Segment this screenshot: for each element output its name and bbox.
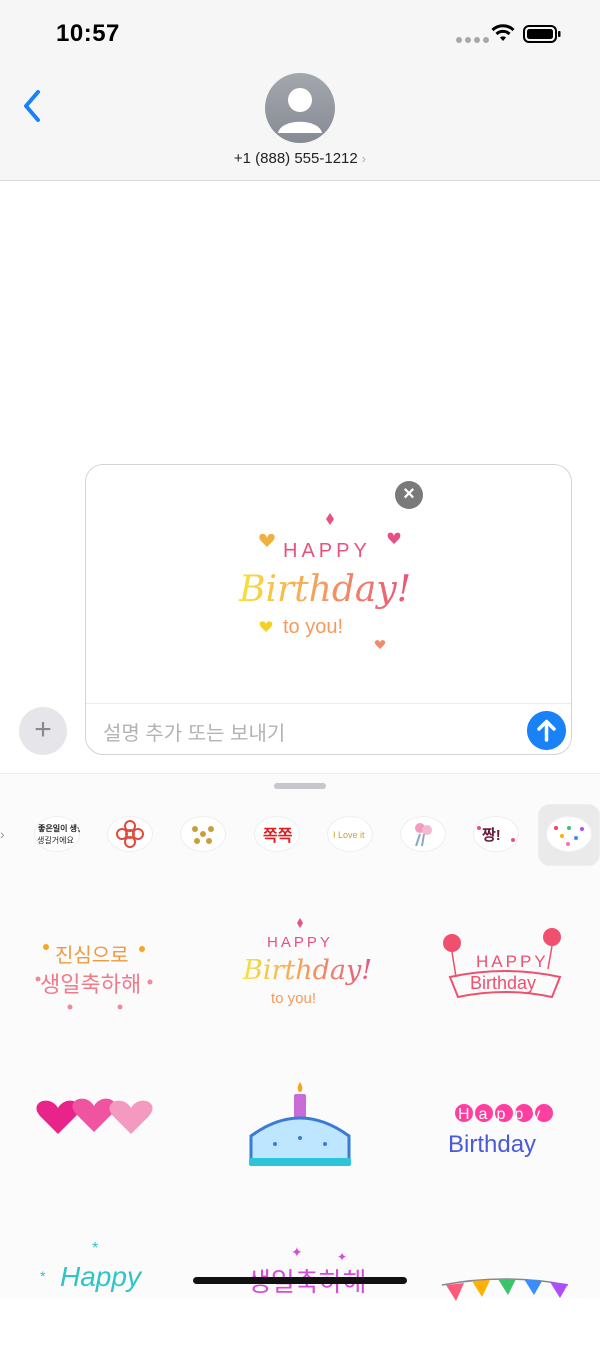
battery-icon xyxy=(523,25,561,43)
svg-text:Birthday!: Birthday! xyxy=(242,955,372,986)
svg-text:to you!: to you! xyxy=(271,990,316,1007)
chevron-right-icon: › xyxy=(361,151,367,166)
contact-name-button[interactable]: +1 (888) 555-1212 › xyxy=(0,150,600,167)
sticker-drawer: › 좋은일이 생길거예요생길거에요 쪽쪽 I Love it 짱! 진심으로 xyxy=(0,773,600,1301)
svg-text:✦: ✦ xyxy=(291,1244,303,1260)
cellular-signal-icon xyxy=(456,37,489,43)
svg-text:HAPPY: HAPPY xyxy=(267,934,333,951)
app-item-good-luck[interactable]: 좋은일이 생길거예요생길거에요 xyxy=(34,816,80,852)
svg-text:✦: ✦ xyxy=(337,1250,347,1264)
home-indicator xyxy=(193,1277,407,1284)
compose-divider xyxy=(86,703,571,704)
heart-icon xyxy=(326,513,334,525)
app-item-i-love-it[interactable]: I Love it xyxy=(327,816,373,852)
status-time: 10:57 xyxy=(56,20,120,47)
back-chevron-icon[interactable] xyxy=(18,86,50,126)
wifi-icon xyxy=(491,24,515,41)
app-item-jjang[interactable]: 짱! xyxy=(473,816,519,852)
svg-text:Birthday: Birthday xyxy=(470,973,536,993)
sticker-happy-birthday-to-you[interactable]: HAPPY Birthday! to you! xyxy=(215,907,385,1037)
sticker-app-strip[interactable]: › 좋은일이 생길거예요생길거에요 쪽쪽 I Love it 짱! xyxy=(0,804,600,866)
compose-field[interactable]: × HAPPY Birthday! to you! 설명 추가 또는 보내기 xyxy=(85,464,572,755)
heart-icon xyxy=(259,621,273,632)
add-attachment-button[interactable]: + xyxy=(19,707,67,755)
heart-icon xyxy=(387,532,401,544)
sticker-sincere-birthday[interactable]: 진심으로 생일축하해 xyxy=(10,907,180,1037)
drawer-grabber[interactable] xyxy=(274,783,326,789)
sticker-happy-birthday-blue[interactable]: Happy Birthday xyxy=(420,1064,590,1194)
app-item-gold-hearts[interactable] xyxy=(180,816,226,852)
contact-phone: +1 (888) 555-1212 xyxy=(233,150,358,167)
person-silhouette-icon xyxy=(278,88,322,133)
strip-scroll-indicator-icon: › xyxy=(0,826,5,842)
status-bar: 10:57 xyxy=(0,0,600,68)
sticker-birthday-cake[interactable] xyxy=(215,1064,385,1194)
svg-text:진심으로: 진심으로 xyxy=(55,944,129,967)
svg-text:HAPPY: HAPPY xyxy=(476,952,549,971)
sticker-bunting[interactable] xyxy=(420,1221,590,1351)
svg-text:짱!: 짱! xyxy=(482,826,501,844)
contact-avatar[interactable] xyxy=(265,73,335,143)
svg-text:쪽쪽: 쪽쪽 xyxy=(263,827,293,845)
attached-sticker-preview: HAPPY Birthday! to you! xyxy=(238,513,411,649)
app-item-kiss[interactable]: 쪽쪽 xyxy=(254,816,300,852)
svg-text:I Love it: I Love it xyxy=(333,830,365,840)
svg-text:생일축하해: 생일축하해 xyxy=(40,972,141,997)
heart-icon xyxy=(374,640,386,649)
app-item-bouquet[interactable] xyxy=(400,816,446,852)
svg-text:Happy: Happy xyxy=(60,1261,143,1292)
svg-text:*: * xyxy=(40,1268,46,1284)
sticker-line3: to you! xyxy=(283,616,343,638)
sticker-line2: Birthday! xyxy=(238,569,411,610)
svg-text:Birthday: Birthday xyxy=(448,1131,536,1158)
svg-text:*: * xyxy=(92,1240,98,1257)
sticker-birthday-korean-purple[interactable]: 생일축하해 ✦ ✦ xyxy=(215,1221,385,1351)
svg-text:생길거에요: 생길거에요 xyxy=(37,835,74,845)
sticker-three-hearts[interactable] xyxy=(10,1064,180,1194)
svg-text:좋은일이 생길거예요: 좋은일이 생길거예요 xyxy=(38,823,80,833)
conversation-header: +1 (888) 555-1212 › xyxy=(0,68,600,181)
app-item-flower[interactable] xyxy=(107,816,153,852)
app-item-happy-birthday-colorful[interactable] xyxy=(546,816,592,852)
sticker-happy-cyan[interactable]: Happy * * xyxy=(10,1221,180,1351)
remove-attachment-button[interactable]: × xyxy=(395,481,423,509)
heart-icon xyxy=(259,533,275,547)
svg-text:Happy: Happy xyxy=(458,1106,549,1123)
message-input[interactable]: 설명 추가 또는 보내기 xyxy=(103,717,285,746)
send-button[interactable] xyxy=(527,711,566,750)
sticker-line1: HAPPY xyxy=(283,540,371,562)
sticker-happy-birthday-balloons[interactable]: HAPPY Birthday xyxy=(420,907,590,1037)
